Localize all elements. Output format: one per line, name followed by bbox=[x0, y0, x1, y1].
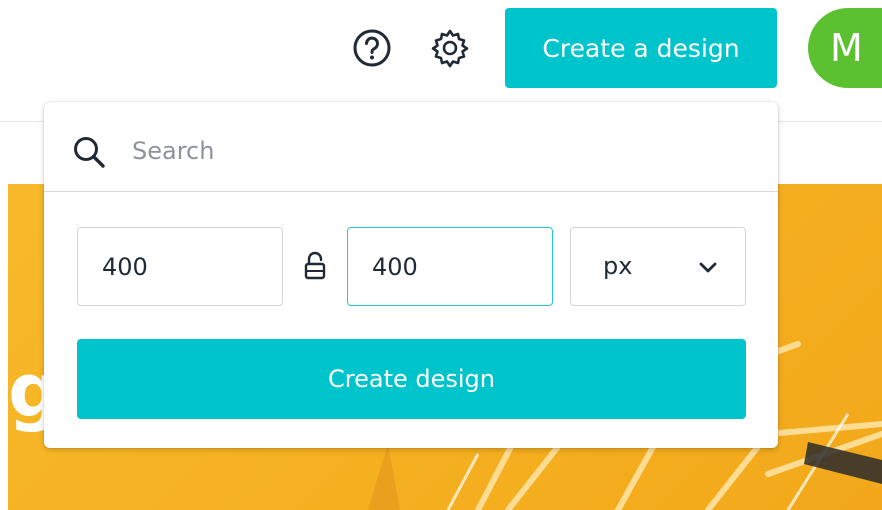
create-design-button[interactable]: Create design bbox=[77, 339, 746, 419]
unlocked-padlock-icon[interactable] bbox=[302, 250, 328, 282]
create-a-design-label: Create a design bbox=[542, 33, 740, 63]
gear-icon[interactable] bbox=[429, 27, 471, 69]
width-input[interactable] bbox=[77, 227, 283, 306]
search-icon bbox=[72, 135, 106, 169]
create-a-design-button[interactable]: Create a design bbox=[505, 8, 777, 88]
avatar[interactable]: M bbox=[808, 8, 882, 88]
height-input[interactable] bbox=[347, 227, 553, 306]
unit-value: px bbox=[603, 252, 633, 280]
create-design-label: Create design bbox=[328, 365, 495, 393]
custom-dimensions-popover: px Create design bbox=[44, 102, 778, 448]
search-input[interactable] bbox=[132, 128, 732, 174]
avatar-initial: M bbox=[830, 26, 863, 70]
search-row bbox=[44, 102, 778, 192]
help-icon[interactable] bbox=[352, 28, 392, 68]
page: Create a design M g. bbox=[0, 0, 882, 510]
unit-select[interactable]: px bbox=[570, 227, 746, 306]
chevron-down-icon bbox=[697, 256, 719, 278]
